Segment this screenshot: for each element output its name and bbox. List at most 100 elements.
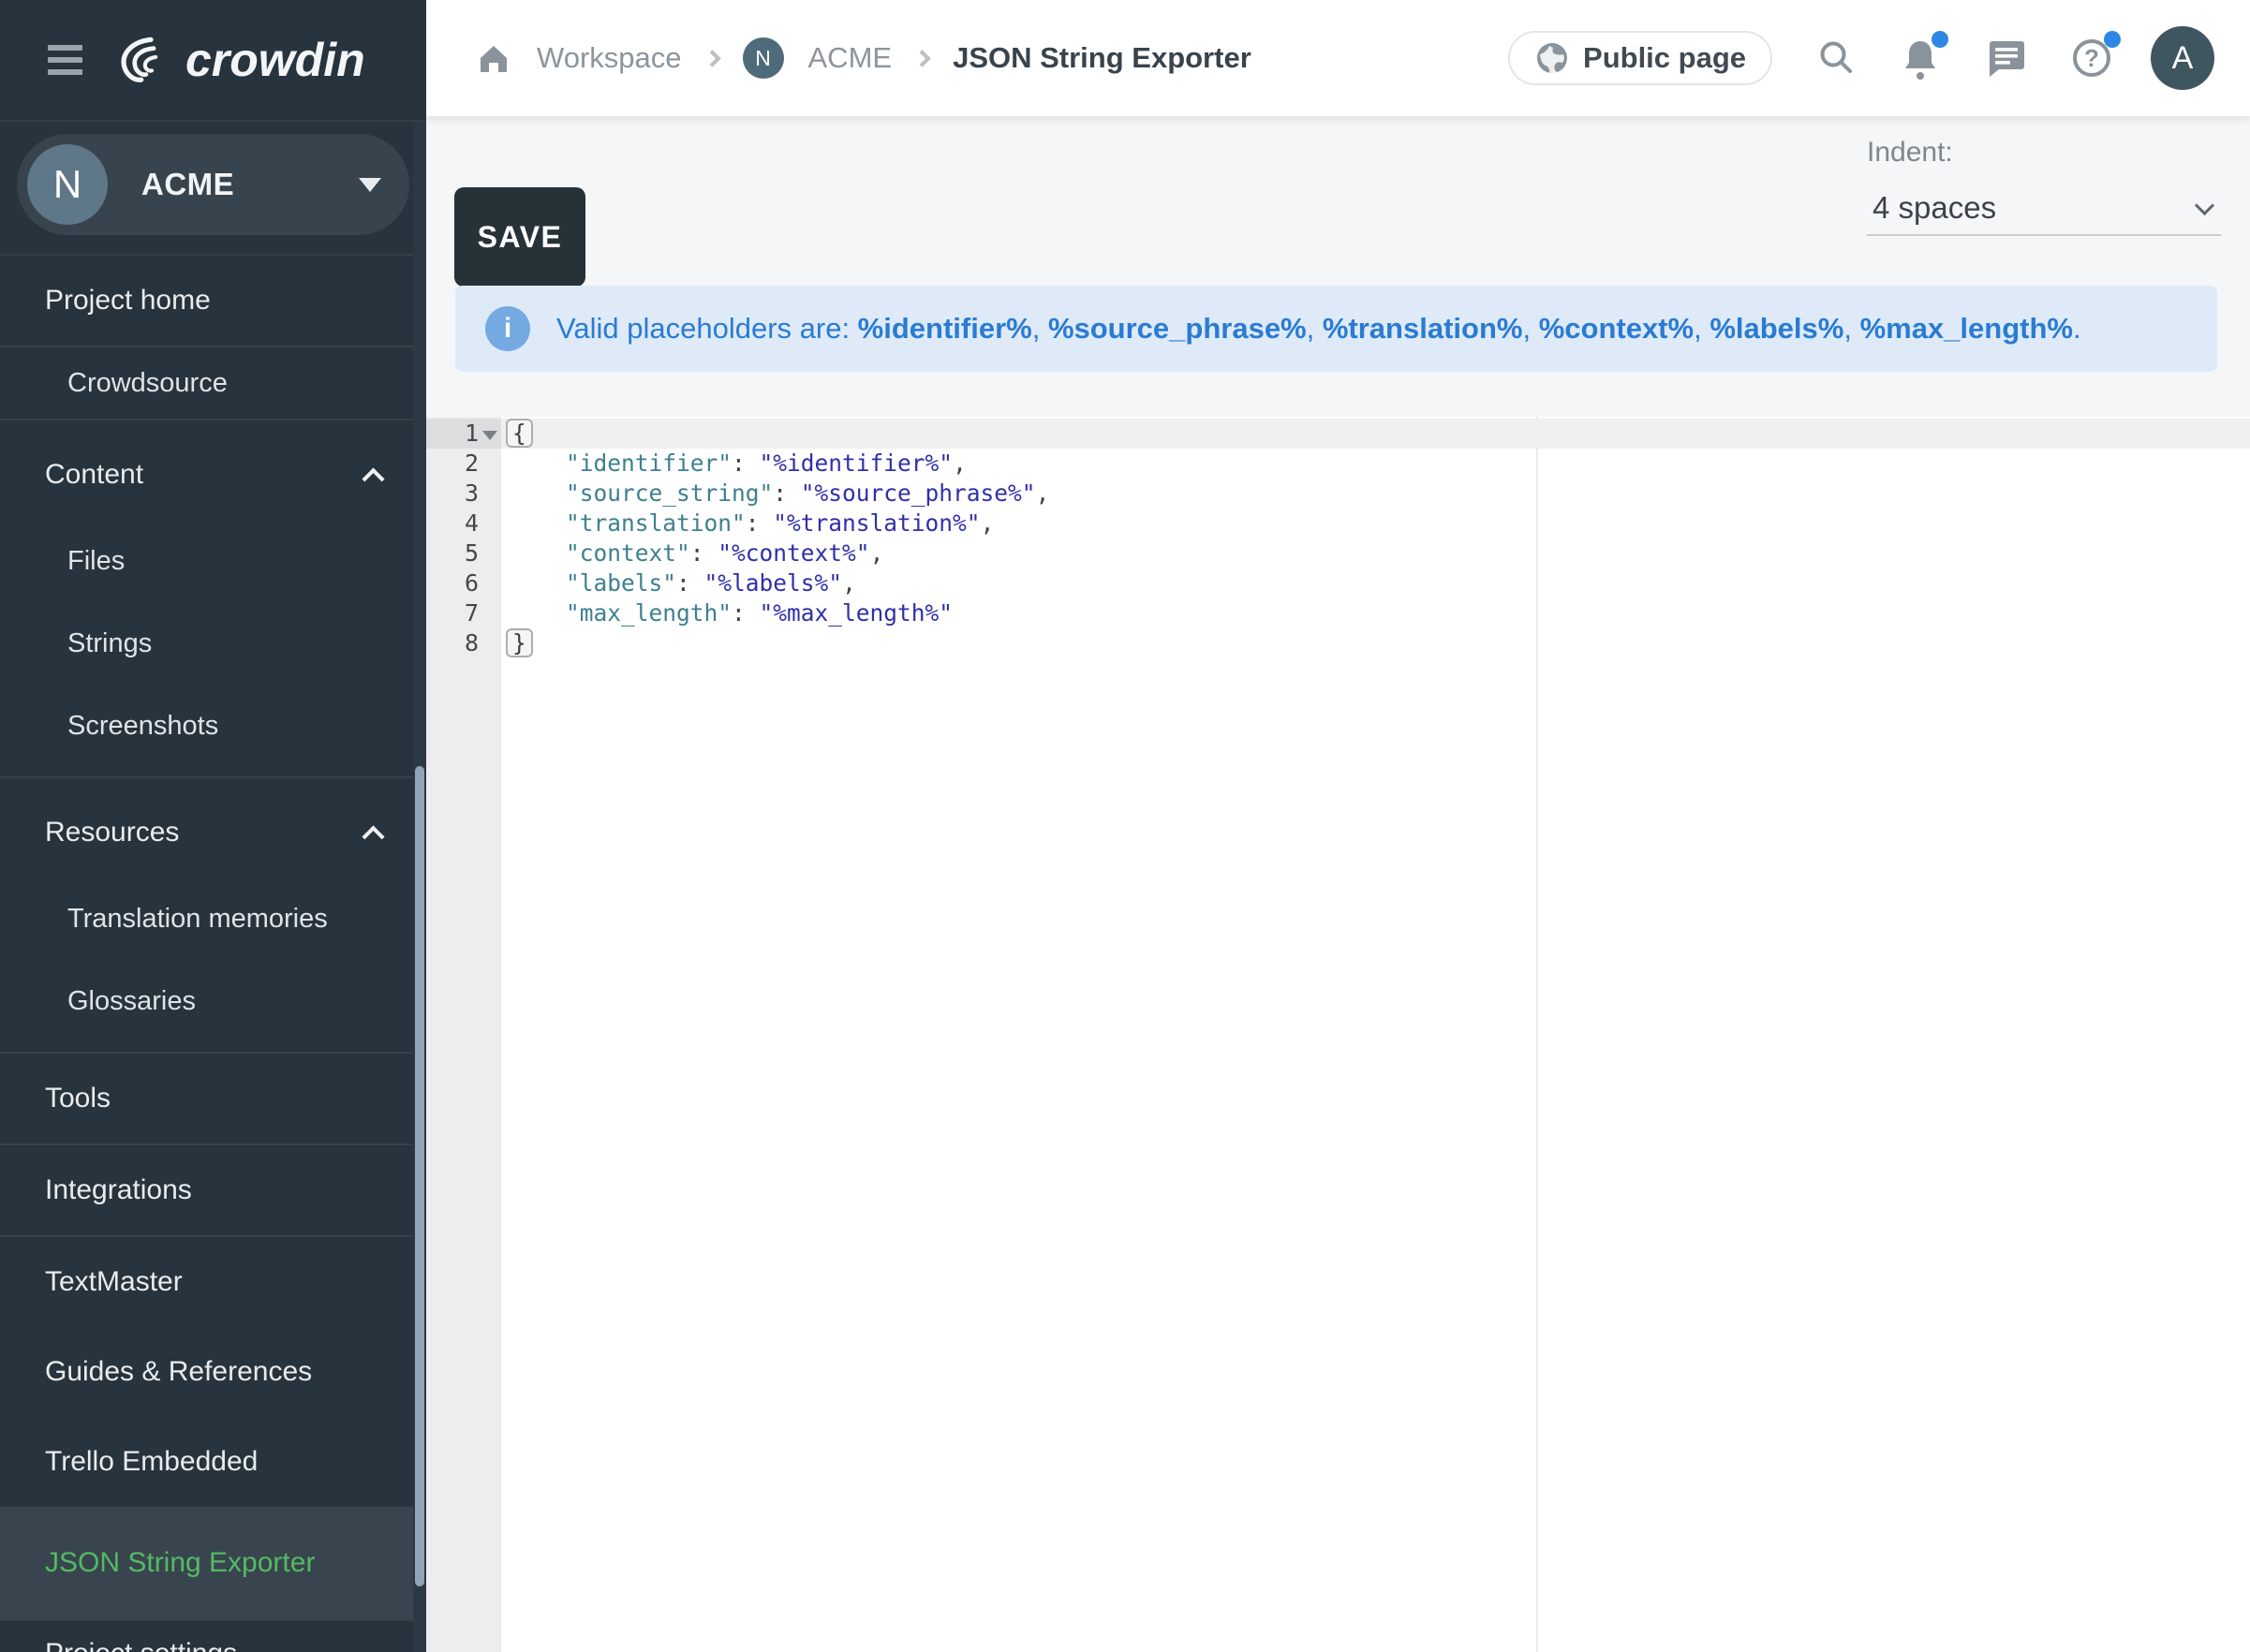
breadcrumb-project-avatar[interactable]: N (743, 37, 784, 79)
sidebar-item-label: Translation memories (67, 904, 389, 935)
code-line[interactable]: "context": "%context%", (501, 538, 2250, 568)
code-line[interactable]: "source_string": "%source_phrase%", (501, 479, 2250, 509)
sidebar-item-label: TextMaster (45, 1266, 389, 1298)
save-button[interactable]: SAVE (454, 187, 585, 287)
code-line[interactable]: { (501, 419, 2250, 449)
line-number: 8 (426, 628, 501, 658)
sidebar-item-strings[interactable]: Strings (0, 602, 426, 685)
code-token: : (746, 509, 774, 537)
breadcrumb-project[interactable]: ACME (808, 41, 893, 75)
sidebar-nav: Project home Crowdsource Content Files Strin… (0, 254, 426, 1652)
home-icon[interactable] (475, 39, 512, 77)
sidebar-item-glossaries[interactable]: Glossaries (0, 960, 426, 1042)
code-token (511, 539, 566, 567)
code-token: "labels" (566, 569, 676, 597)
help-button[interactable]: ? (2070, 37, 2113, 80)
editor-code[interactable]: { "identifier": "%identifier%", "source_… (501, 417, 2250, 1652)
notifications-button[interactable] (1900, 37, 1941, 80)
search-button[interactable] (1815, 37, 1857, 79)
hamburger-menu-icon[interactable] (48, 45, 82, 75)
sidebar-item-crowdsource[interactable]: Crowdsource (0, 347, 426, 419)
code-token (511, 509, 566, 537)
sidebar-item-screenshots[interactable]: Screenshots (0, 685, 426, 767)
public-page-label: Public page (1583, 41, 1746, 75)
sidebar-item-guides-references[interactable]: Guides & References (0, 1327, 426, 1417)
matched-brace: } (506, 628, 533, 657)
code-line[interactable]: } (501, 628, 2250, 658)
placeholder-token: %labels% (1710, 312, 1843, 345)
sidebar-item-label: Trello Embedded (45, 1446, 389, 1478)
indent-control: Indent: 4 spaces (1867, 137, 2221, 236)
code-line[interactable]: "translation": "%translation%", (501, 509, 2250, 538)
info-banner: i Valid placeholders are: %identifier%, … (455, 286, 2217, 372)
code-token: : (732, 450, 760, 477)
sidebar-item-tools[interactable]: Tools (0, 1054, 426, 1143)
code-token (511, 479, 566, 507)
sidebar-item-label: Project home (45, 285, 389, 317)
code-token: "source_string" (566, 479, 773, 507)
fold-toggle-icon[interactable] (482, 431, 497, 440)
topbar: Workspace N ACME JSON String Exporter Pu… (426, 0, 2250, 116)
sidebar-item-project-settings[interactable]: Project settings (0, 1621, 426, 1652)
code-line[interactable]: "labels": "%labels%", (501, 568, 2250, 598)
sidebar-item-translation-memories[interactable]: Translation memories (0, 878, 426, 960)
banner-segment: , (1307, 312, 1323, 345)
logo-wordmark: crowdin (185, 33, 365, 87)
help-badge (2104, 31, 2121, 48)
chevron-right-icon (703, 50, 720, 66)
messages-button[interactable] (1984, 37, 2027, 79)
crowdin-logo[interactable]: crowdin (118, 33, 365, 87)
project-avatar: N (27, 144, 108, 225)
breadcrumb-workspace[interactable]: Workspace (537, 41, 682, 75)
banner-text: Valid placeholders are: %identifier%, %s… (556, 312, 2081, 346)
project-switcher[interactable]: N ACME (17, 134, 409, 235)
code-token: "%source_phrase%" (801, 479, 1036, 507)
code-token (511, 450, 566, 477)
code-token: : (773, 479, 801, 507)
sidebar-item-content[interactable]: Content (0, 430, 426, 520)
sidebar-item-files[interactable]: Files (0, 520, 426, 602)
placeholder-token: %source_phrase% (1048, 312, 1307, 345)
banner-segment: , (1032, 312, 1048, 345)
code-token: "%context%" (718, 539, 869, 567)
globe-icon (1534, 40, 1570, 76)
sidebar-item-label: Content (45, 459, 365, 491)
line-number: 5 (426, 538, 501, 568)
code-token: , (1036, 479, 1050, 507)
banner-segment: , (1843, 312, 1859, 345)
banner-segment: , (1522, 312, 1538, 345)
code-line[interactable]: "identifier": "%identifier%", (501, 449, 2250, 479)
user-avatar[interactable]: A (2151, 26, 2214, 90)
code-token: : (690, 539, 718, 567)
sidebar-item-project-home[interactable]: Project home (0, 256, 426, 346)
indent-select[interactable]: 4 spaces (1867, 182, 2221, 236)
sidebar-item-json-string-exporter[interactable]: JSON String Exporter (0, 1507, 426, 1619)
sidebar-item-label: Integrations (45, 1174, 389, 1206)
code-token: : (732, 599, 760, 627)
code-token: "%translation%" (773, 509, 980, 537)
sidebar-item-textmaster[interactable]: TextMaster (0, 1237, 426, 1327)
sidebar-item-label: Strings (67, 628, 389, 659)
code-token: "context" (566, 539, 690, 567)
code-token: "%identifier%" (760, 450, 954, 477)
placeholder-token: %context% (1539, 312, 1694, 345)
public-page-button[interactable]: Public page (1508, 31, 1772, 85)
project-name: ACME (141, 167, 359, 202)
sidebar-item-resources[interactable]: Resources (0, 788, 426, 878)
crowdin-logo-icon (118, 36, 180, 84)
sidebar-item-trello-embedded[interactable]: Trello Embedded (0, 1417, 426, 1507)
line-number: 1 (426, 419, 501, 449)
code-token: , (870, 539, 884, 567)
code-token (511, 569, 566, 597)
sidebar-scrollbar-thumb[interactable] (415, 766, 424, 1586)
main-content: SAVE Indent: 4 spaces i Valid placeholde… (426, 116, 2250, 1652)
code-token: "translation" (566, 509, 746, 537)
banner-segment: . (2073, 312, 2081, 345)
code-line[interactable]: "max_length": "%max_length%" (501, 598, 2250, 628)
chevron-right-icon (913, 50, 930, 66)
code-editor[interactable]: 12345678 { "identifier": "%identifier%",… (426, 417, 2250, 1652)
sidebar-item-label: Screenshots (67, 711, 389, 742)
sidebar-item-integrations[interactable]: Integrations (0, 1145, 426, 1235)
chevron-down-icon (2195, 195, 2214, 214)
sidebar-item-label: JSON String Exporter (45, 1547, 389, 1579)
